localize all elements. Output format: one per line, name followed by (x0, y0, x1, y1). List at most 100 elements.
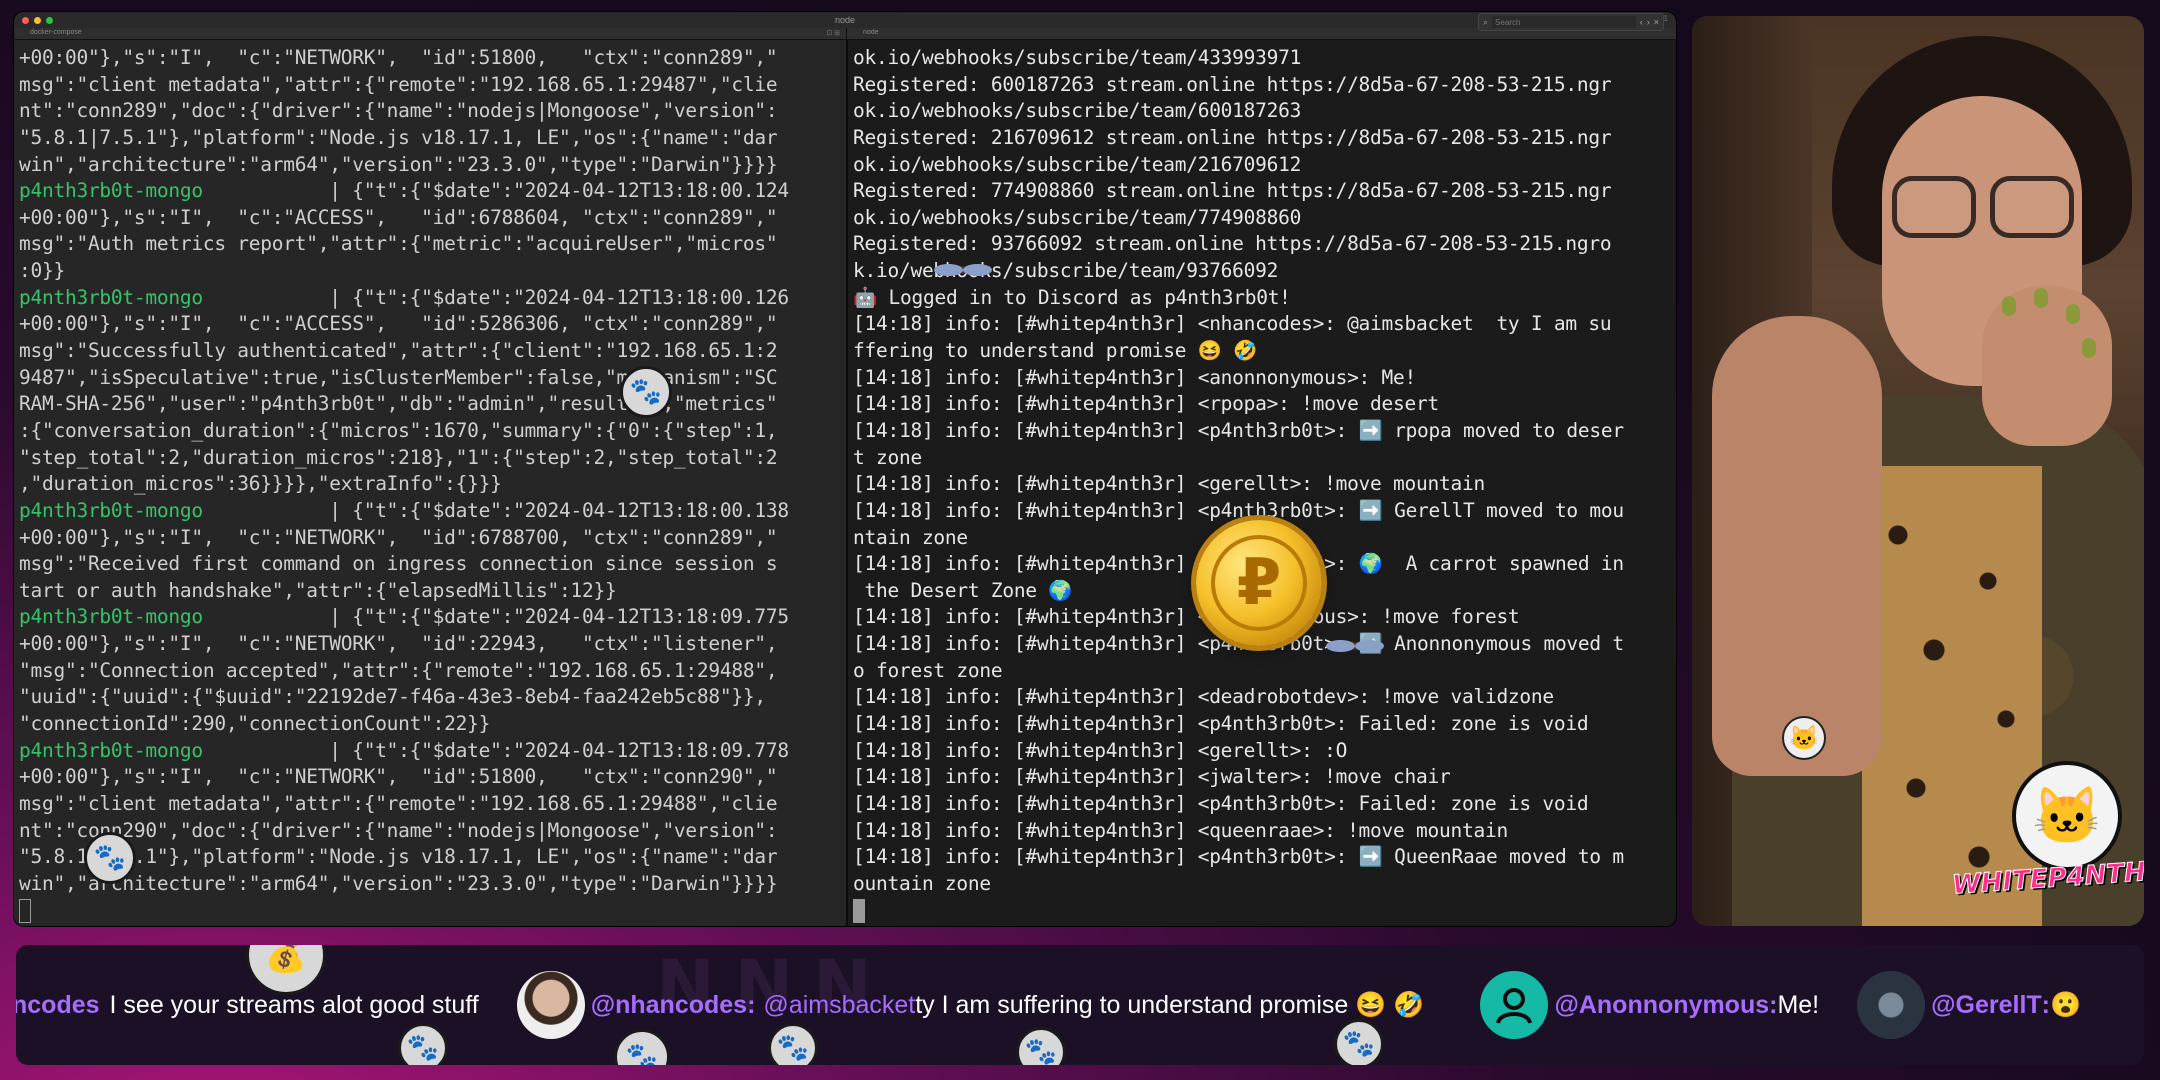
log-text: | {"t":{"$date":"2024-04-12T13:18:09.778 (202, 738, 789, 762)
gerellt-avatar (1857, 971, 1926, 1039)
panther-emote-icon: 🐾 (620, 366, 672, 418)
chat-text: I see your streams alot good stuff (109, 990, 479, 1019)
terminal-line: win","architecture":"arm64","version":"2… (19, 152, 778, 176)
terminal-cursor (853, 898, 865, 923)
terminal-line: +00:00"},"s":"I", "c":"NETWORK", "id":51… (19, 765, 778, 789)
terminal-line: +00:00"},"s":"I", "c":"NETWORK", "id":67… (19, 525, 778, 549)
panther-pin-icon: 🐱 (1782, 716, 1826, 760)
terminal-line: tart or auth handshake","attr":{"elapsed… (19, 578, 617, 602)
glasses-lens-right (1990, 176, 2074, 238)
log-text: | {"t":{"$date":"2024-04-12T13:18:09.775 (202, 605, 789, 629)
terminal-line: p4nth3rb0t-mongo | {"t":{"$date":"2024-0… (19, 178, 846, 205)
terminal-line: +00:00"},"s":"I", "c":"ACCESS", "id":528… (19, 312, 778, 336)
terminal-line: ffering to understand promise 😆 🤣 (853, 339, 1258, 363)
terminal-line: o forest zone (853, 658, 1003, 682)
terminal-line: [14:18] info: [#whitep4nth3r] <p4nth3rb0… (853, 845, 1624, 869)
service-name: p4nth3rb0t-mongo (19, 738, 203, 762)
nail (2082, 338, 2096, 358)
terminal-line: [14:18] info: [#whitep4nth3r] <p4nth3rb0… (853, 712, 1589, 736)
terminal-line: ok.io/webhooks/subscribe/team/600187263 (853, 99, 1302, 123)
panther-emote-icon: 🐾 (84, 832, 136, 884)
chat-username: @nhancodes (590, 990, 748, 1019)
terminal-line: win","architecture":"arm64","version":"2… (19, 871, 778, 895)
previous-match-icon[interactable]: ‹ (1640, 17, 1643, 27)
terminal-line: [14:18] info: [#whitep4nth3r] <p4nth3rb0… (853, 791, 1589, 815)
chat-username: ncodes (16, 990, 100, 1019)
panther-logo-icon: 🐱 (2012, 761, 2122, 871)
glasses-lens-left (1892, 176, 1976, 238)
panther-emote-icon: 🐾 (768, 1023, 818, 1065)
terminal-line: +00:00"},"s":"I", "c":"ACCESS", "id":678… (19, 205, 778, 229)
chat-ticker: NNN ncodes I see your streams alot good … (16, 945, 2144, 1065)
service-name: p4nth3rb0t-mongo (19, 179, 203, 203)
terminal-line: "5.8.1|7.5.1"},"platform":"Node.js v18.1… (19, 125, 778, 149)
window-title: node (834, 15, 856, 25)
terminal-line: "msg":"Connection accepted","attr":{"rem… (19, 658, 778, 682)
search-icon: ⌕ (1483, 16, 1489, 27)
terminal-line: +00:00"},"s":"I", "c":"NETWORK", "id":51… (19, 46, 778, 69)
hand (1982, 286, 2112, 446)
terminal-line: nt":"conn289","doc":{"driver":{"name":"n… (19, 99, 778, 123)
tab-options-icon[interactable]: ⊡ ⊞ (826, 29, 840, 37)
terminal-line: [14:18] info: [#whitep4nth3r] <p4nth3rb0… (853, 418, 1624, 442)
terminal-line: Registered: 216709612 stream.online http… (853, 125, 1612, 149)
terminal-line: [14:18] info: [#whitep4nth3r] <gerellt>:… (853, 472, 1485, 496)
chat-message: @GerellT : 😮 (1857, 971, 2081, 1039)
nail (2066, 304, 2080, 324)
terminal-line: [14:18] info: [#whitep4nth3r] <anonnonym… (853, 365, 1417, 389)
terminal-line: Registered: 774908860 stream.online http… (853, 179, 1612, 203)
service-name: p4nth3rb0t-mongo (19, 285, 203, 309)
prompt-line (19, 898, 846, 925)
tab-label: node (863, 29, 879, 36)
chat-text: 😮 (2050, 990, 2082, 1019)
terminal-line: ok.io/webhooks/subscribe/team/216709612 (853, 152, 1302, 176)
tab-label: docker-compose (30, 29, 82, 36)
close-search-icon[interactable]: × (1654, 17, 1659, 27)
service-name: p4nth3rb0t-mongo (19, 605, 203, 629)
chat-text: Me! (1777, 990, 1820, 1019)
terminal-line: Registered: 600187263 stream.online http… (853, 72, 1612, 96)
terminal-line: ountain zone (853, 871, 991, 895)
terminal-line: "5.8.1|7.5.1"},"platform":"Node.js v18.1… (19, 845, 778, 869)
tab-docker-compose[interactable]: docker-compose ⊡ ⊞ (14, 28, 846, 39)
coin-overlay: ₽ (1196, 520, 1322, 646)
terminal-line: [14:18] info: [#whitep4nth3r] <nhancodes… (853, 312, 1612, 336)
chat-separator: : (1769, 990, 1778, 1019)
nail (2034, 288, 2048, 308)
terminal-line: p4nth3rb0t-mongo | {"t":{"$date":"2024-0… (19, 738, 846, 765)
terminal-line: "uuid":{"uuid":{"$uuid":"22192de7-f46a-4… (19, 685, 766, 709)
split-panes: +00:00"},"s":"I", "c":"NETWORK", "id":51… (14, 40, 1676, 926)
nhancodes-avatar (516, 971, 585, 1039)
panther-emote-icon: 🐾 (1334, 1019, 1384, 1065)
terminal-line: t zone (853, 445, 922, 469)
search-input[interactable] (1492, 16, 1636, 28)
chat-text: ty I am suffering to understand promise … (915, 990, 1425, 1019)
terminal-line: msg":"client metadata","attr":{"remote":… (19, 791, 778, 815)
terminal-search-bar: ⌕ ‹ › × (1478, 13, 1664, 31)
terminal-line: msg":"Received first command on ingress … (19, 552, 778, 576)
moth-icon (934, 252, 992, 288)
terminal-line: 9487","isSpeculative":true,"isClusterMem… (19, 365, 778, 389)
chat-mention: @aimsbacket (763, 990, 916, 1019)
terminal-line: msg":"Successfully authenticated","attr"… (19, 339, 778, 363)
terminal-line: [14:18] info: [#whitep4nth3r] <rpopa>: !… (853, 392, 1439, 416)
webcam-feed: 🐱 🐱 WHITEP4NTH3R (1692, 16, 2144, 926)
terminal-line: nt":"conn290","doc":{"driver":{"name":"n… (19, 818, 778, 842)
next-match-icon[interactable]: › (1647, 17, 1650, 27)
chat-message: @nhancodes : @aimsbacket ty I am sufferi… (516, 971, 1425, 1039)
moth-icon (1326, 628, 1384, 664)
coin-symbol: ₽ (1211, 535, 1307, 631)
terminal-line: [14:18] info: [#whitep4nth3r] <queenraae… (853, 818, 1508, 842)
left-terminal-pane[interactable]: +00:00"},"s":"I", "c":"NETWORK", "id":51… (14, 40, 846, 926)
right-terminal-pane[interactable]: ok.io/webhooks/subscribe/team/433993971 R… (846, 40, 1676, 926)
tattooed-arm (1712, 316, 1882, 776)
terminal-line: :{"conversation_duration":{"micros":1670… (19, 418, 778, 442)
terminal-line: [14:18] info: [#whitep4nth3r] <deadrobot… (853, 685, 1554, 709)
terminal-line: p4nth3rb0t-mongo | {"t":{"$date":"2024-0… (19, 604, 846, 631)
terminal-line: p4nth3rb0t-mongo | {"t":{"$date":"2024-0… (19, 285, 846, 312)
terminal-window: node ⌥⌘1 docker-compose ⊡ ⊞ node +00:00"… (14, 12, 1676, 926)
nail (2002, 296, 2016, 316)
terminal-line: +00:00"},"s":"I", "c":"NETWORK", "id":22… (19, 632, 778, 656)
terminal-line: msg":"Auth metrics report","attr":{"metr… (19, 232, 778, 256)
terminal-line: "connectionId":290,"connectionCount":22}… (19, 712, 491, 736)
